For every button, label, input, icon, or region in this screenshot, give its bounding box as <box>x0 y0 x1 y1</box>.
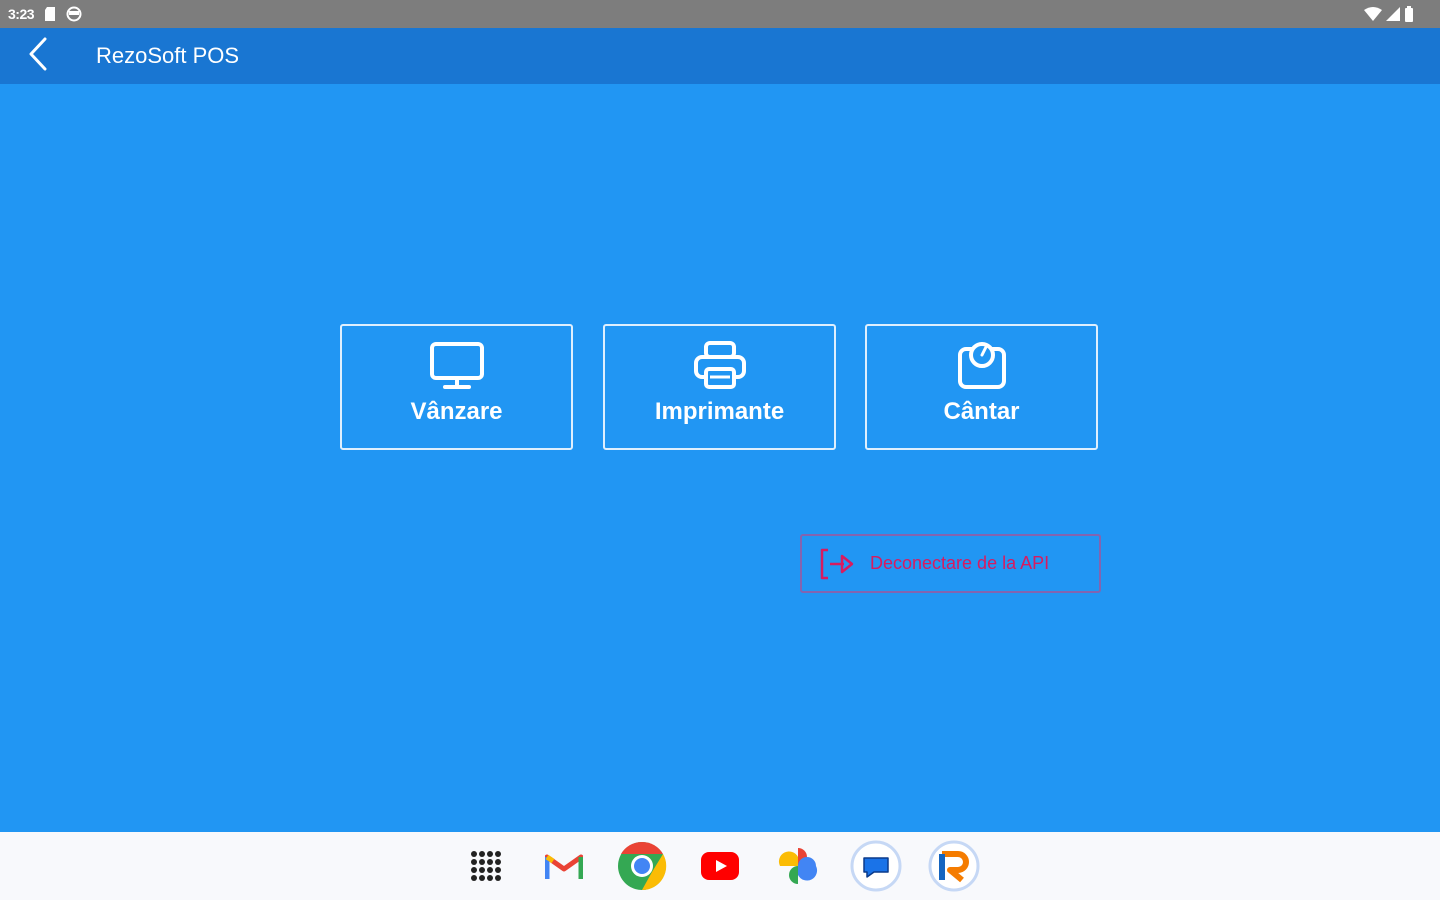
battery-icon <box>1404 6 1414 22</box>
printers-tile-button[interactable]: Imprimante <box>603 324 836 450</box>
disconnect-label: Deconectare de la API <box>870 553 1050 573</box>
messages-icon[interactable] <box>850 840 902 892</box>
sales-tile-button[interactable]: Vânzare <box>340 324 573 450</box>
status-time: 3:23 <box>8 6 35 22</box>
printer-icon <box>693 340 746 392</box>
sd-card-icon <box>44 7 56 21</box>
main-content: Vânzare Imprimante Cântar Deconectare de… <box>0 84 1440 832</box>
taskbar <box>0 832 1440 900</box>
scale-icon <box>957 340 1007 392</box>
dock <box>460 840 980 892</box>
status-bar: 3:23 <box>0 0 1440 28</box>
youtube-icon[interactable] <box>694 840 746 892</box>
logout-icon <box>818 546 858 582</box>
scale-tile-label: Cântar <box>943 398 1020 425</box>
status-left: 3:23 <box>8 6 82 22</box>
cell-signal-icon <box>1386 7 1400 21</box>
app-drawer-icon[interactable] <box>460 840 512 892</box>
back-arrow-icon <box>27 37 49 76</box>
photos-icon[interactable] <box>772 840 824 892</box>
rezosoft-icon[interactable] <box>928 840 980 892</box>
disconnect-api-button[interactable]: Deconectare de la API <box>800 534 1101 593</box>
wifi-icon <box>1364 7 1382 21</box>
printers-tile-label: Imprimante <box>654 398 785 425</box>
sync-icon <box>66 6 82 22</box>
monitor-icon <box>429 340 485 392</box>
app-title: RezoSoft POS <box>96 43 240 68</box>
scale-tile-button[interactable]: Cântar <box>865 324 1098 450</box>
app-bar: RezoSoft POS <box>0 28 1440 84</box>
sales-tile-label: Vânzare <box>410 398 503 425</box>
gmail-icon[interactable] <box>538 840 590 892</box>
back-button[interactable] <box>10 28 66 84</box>
chrome-icon[interactable] <box>616 840 668 892</box>
status-right <box>1364 6 1414 22</box>
